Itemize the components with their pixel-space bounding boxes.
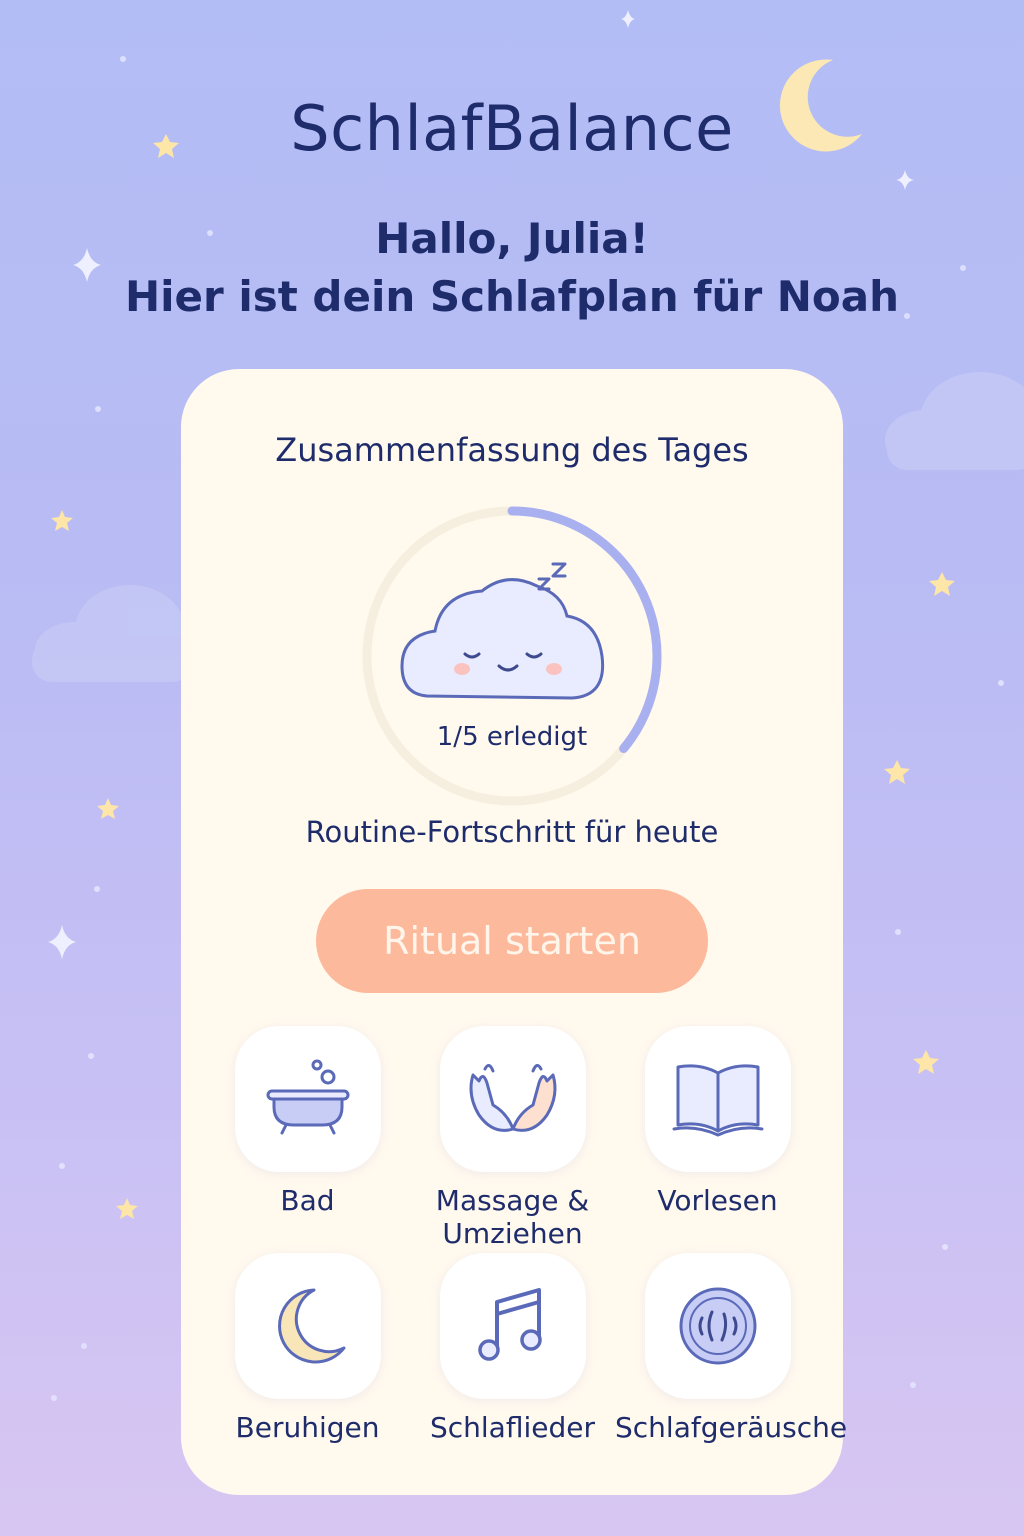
bathtub-icon <box>266 1059 349 1135</box>
activity-tile-calming[interactable]: Beruhigen <box>205 1253 410 1444</box>
activity-tile-massage[interactable]: Massage & Umziehen <box>410 1026 615 1250</box>
routine-progress-label: Routine-Fortschritt für heute <box>305 815 719 849</box>
greeting-line2: Hier ist dein Schlafplan für Noah <box>124 272 900 321</box>
activity-label: Vorlesen <box>657 1184 778 1217</box>
cloud-decoration-icon <box>32 585 192 682</box>
tile-icon-bg <box>439 1253 586 1399</box>
start-ritual-button[interactable]: Ritual starten <box>316 889 708 993</box>
greeting: Hallo, Julia! Hier ist dein Schlafplan f… <box>0 210 1024 326</box>
tile-icon-bg <box>439 1026 586 1172</box>
tile-icon-bg <box>234 1253 381 1399</box>
summary-card: Zusammenfassung des Tages 1/5 erledigt R… <box>181 369 848 1495</box>
tile-icon-bg <box>644 1253 791 1399</box>
progress-label: 1/5 erledigt <box>436 722 588 752</box>
app-title: SchlafBalance <box>290 92 734 165</box>
greeting-line1: Hallo, Julia! <box>375 214 649 263</box>
cloud-decoration-icon <box>885 372 1024 470</box>
tile-icon-bg <box>644 1026 791 1172</box>
book-icon <box>672 1064 763 1137</box>
activity-label: Schlaflieder <box>429 1411 595 1444</box>
progress-ring <box>362 506 662 806</box>
card-title: Zusammenfassung des Tages <box>275 431 749 469</box>
activity-tile-sleep-sounds[interactable]: Schlafgeräusche <box>615 1253 848 1444</box>
white-noise-icon <box>679 1287 756 1365</box>
sleeping-cloud-icon <box>400 562 605 700</box>
music-note-icon <box>477 1288 542 1361</box>
activity-label: Massage & Umziehen <box>435 1184 590 1250</box>
activity-tile-bath[interactable]: Bad <box>205 1026 410 1217</box>
activity-label: Bad <box>280 1184 335 1217</box>
hands-icon <box>469 1064 556 1132</box>
moon-icon <box>277 1288 345 1364</box>
activity-tile-reading[interactable]: Vorlesen <box>615 1026 820 1217</box>
tile-icon-bg <box>234 1026 381 1172</box>
activity-label: Beruhigen <box>235 1411 380 1444</box>
activity-label: Schlafgeräusche <box>615 1411 848 1444</box>
activity-tile-lullabies[interactable]: Schlaflieder <box>410 1253 615 1444</box>
